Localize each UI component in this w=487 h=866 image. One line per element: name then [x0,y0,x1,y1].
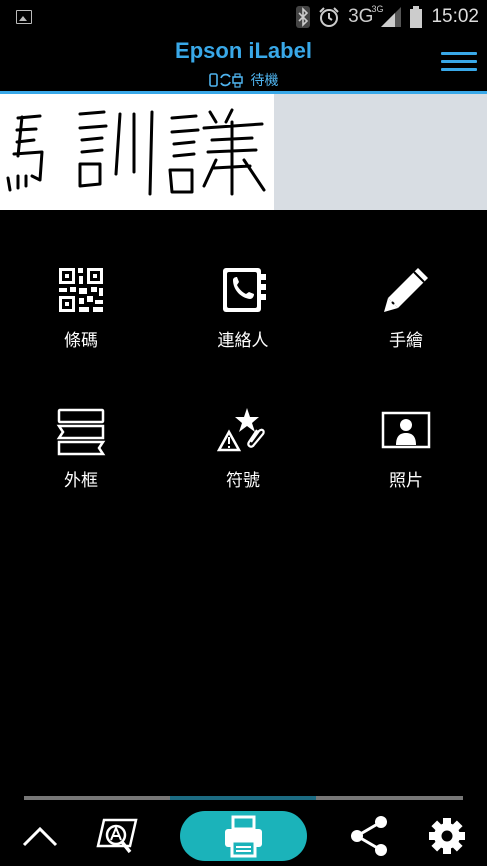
symbol-label: 符號 [226,471,260,491]
photo-label: 照片 [389,471,423,491]
page-indicator-active [170,796,316,800]
hamburger-menu-button[interactable] [441,52,477,74]
contact-book-icon [223,268,266,312]
printer-icon [225,815,262,858]
bottom-toolbar [0,806,487,866]
expand-button[interactable] [18,806,62,866]
status-bar: 3G 3G 15:02 [0,0,487,34]
contacts-button[interactable]: 連絡人 [162,260,324,370]
app-header: Epson iLabel 待機 [0,34,487,92]
printer-status: 待機 [0,70,487,90]
qr-code-icon [59,268,103,312]
contacts-label: 連絡人 [217,331,269,351]
chevron-up-icon [22,826,58,847]
clock: 15:02 [431,6,479,27]
gallery-notification-icon [16,10,32,24]
label-tape[interactable] [0,94,274,210]
symbol-button[interactable]: 符號 [162,400,324,510]
label-preview[interactable] [0,94,487,210]
bluetooth-icon [296,6,311,28]
print-button[interactable] [180,811,307,861]
handwriting-button[interactable]: 手繪 [325,260,487,370]
share-button[interactable] [346,806,392,866]
status-icons: 3G 3G 15:02 [296,4,479,29]
symbol-icon [217,408,265,452]
alarm-icon [319,7,339,27]
frame-label: 外框 [64,471,98,491]
gear-icon [429,818,465,854]
barcode-button[interactable]: 條碼 [0,260,162,370]
share-icon [351,816,387,856]
app-title: Epson iLabel [175,38,312,63]
text-recognition-icon [96,818,138,854]
network-type: 3G 3G [348,4,384,27]
handwritten-drawing [6,108,266,196]
status-text: 待機 [250,73,279,89]
signal-icon [381,7,402,27]
battery-icon [410,6,423,28]
handwriting-label: 手繪 [389,331,423,351]
settings-button[interactable] [424,806,470,866]
pencil-icon [384,268,428,312]
barcode-label: 條碼 [64,331,98,351]
frame-icon [56,408,106,456]
text-ocr-button[interactable] [92,806,142,866]
printer-connection-icon [208,73,243,88]
frame-button[interactable]: 外框 [0,400,162,510]
photo-icon [381,411,431,449]
page-indicator [24,796,463,800]
photo-button[interactable]: 照片 [325,400,487,510]
